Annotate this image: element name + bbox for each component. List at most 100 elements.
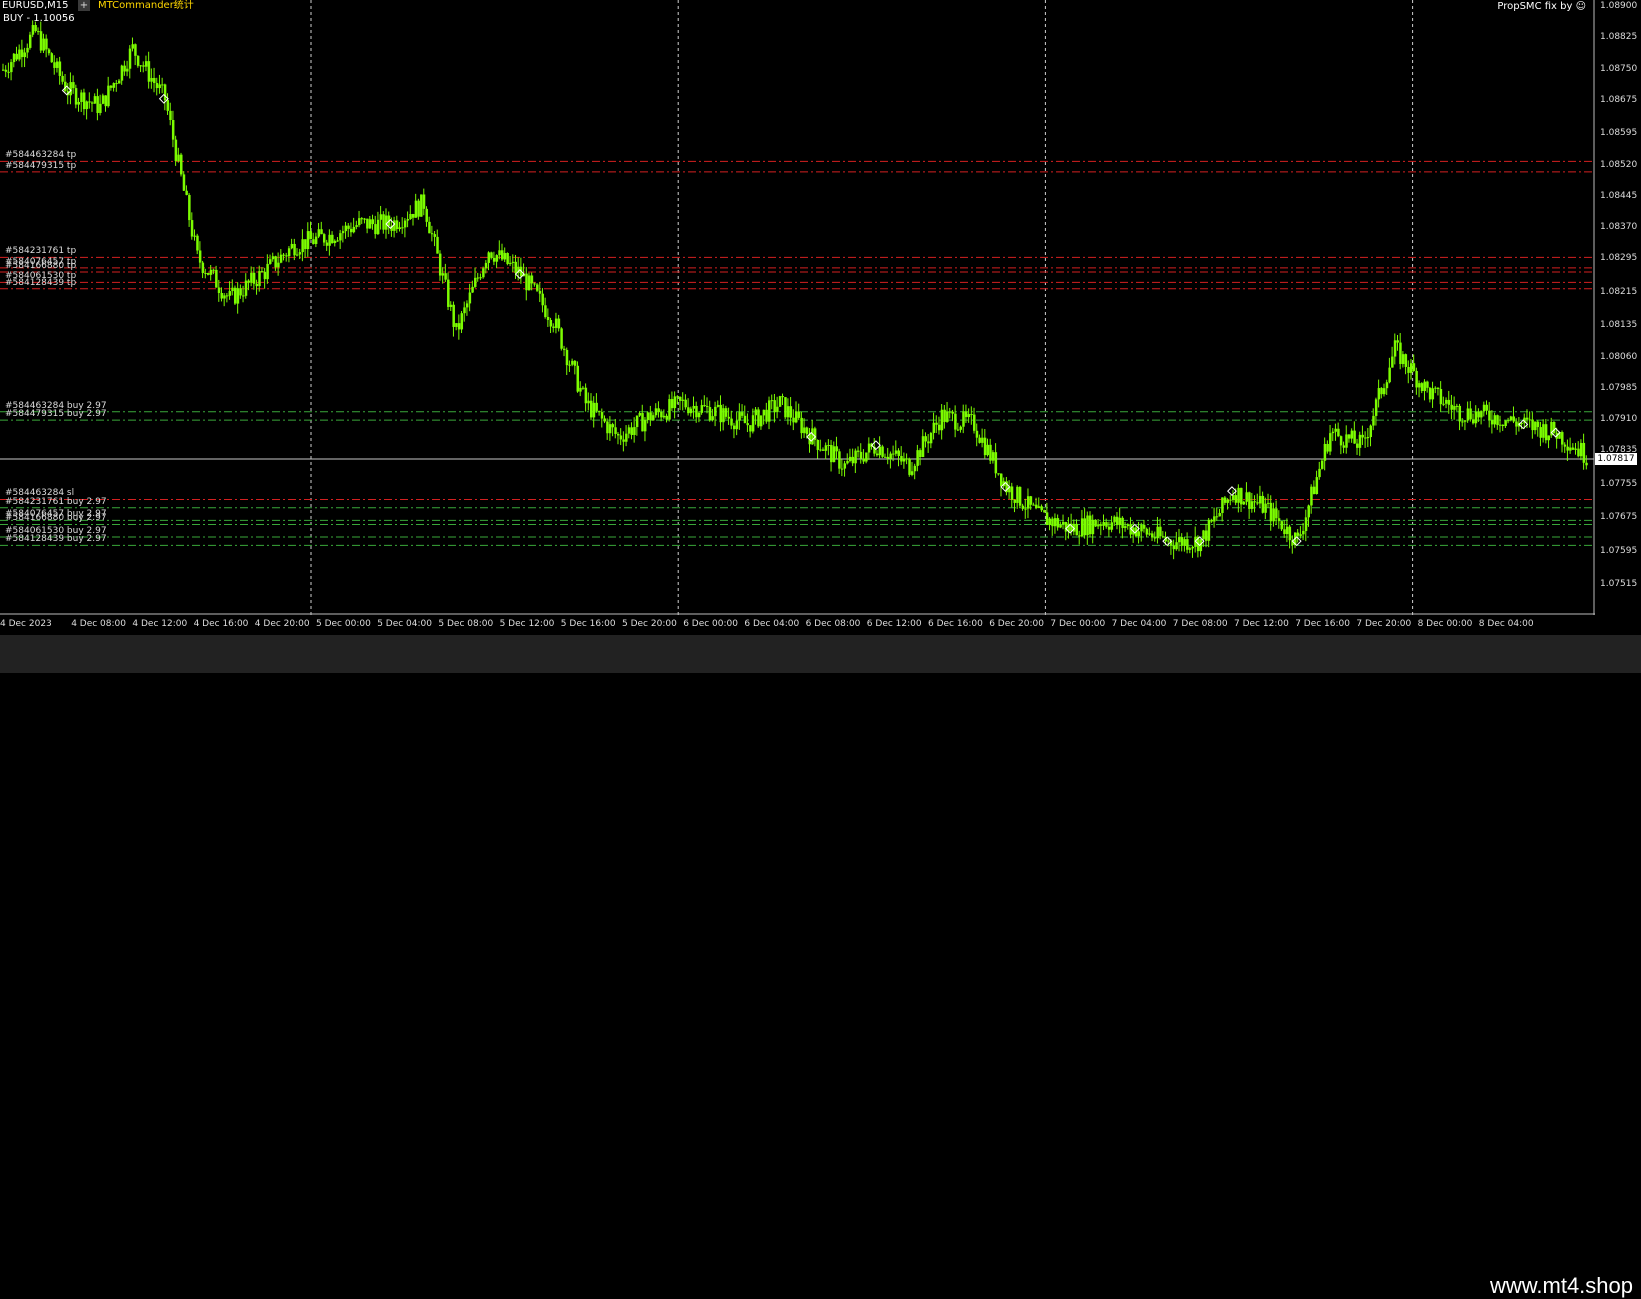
candle	[830, 439, 833, 472]
candle	[886, 447, 890, 465]
candle	[1178, 528, 1181, 552]
candle	[584, 383, 588, 412]
candle	[1469, 401, 1472, 422]
candle	[962, 404, 965, 434]
candle	[185, 185, 188, 196]
order-line-label: #584128439 buy 2.97	[5, 534, 107, 545]
candle	[1391, 346, 1394, 368]
candle	[182, 171, 186, 191]
candle	[1062, 514, 1065, 530]
candle	[1380, 387, 1383, 399]
candle	[1512, 406, 1515, 424]
add-button[interactable]: +	[78, 0, 90, 11]
price-chart[interactable]	[0, 0, 1595, 615]
candle	[1261, 491, 1265, 514]
candle	[792, 409, 795, 431]
candle	[1250, 492, 1254, 513]
candle	[530, 272, 534, 291]
candle	[131, 37, 134, 52]
candle	[1075, 519, 1079, 536]
candle	[838, 448, 841, 474]
candle	[258, 265, 261, 292]
candle	[1315, 470, 1319, 495]
candle	[128, 45, 132, 79]
candle	[751, 408, 755, 434]
candle	[50, 52, 54, 63]
candle	[1175, 531, 1178, 551]
candle	[1501, 424, 1505, 431]
time-tick-label: 7 Dec 16:00	[1295, 619, 1350, 629]
price-tick-label: 1.08750	[1600, 63, 1638, 74]
candle	[692, 396, 696, 419]
candle	[536, 283, 539, 293]
time-tick-label: 7 Dec 04:00	[1111, 619, 1167, 629]
candle	[1086, 511, 1089, 545]
candle	[546, 308, 550, 327]
candle	[193, 229, 197, 241]
candle	[946, 402, 949, 423]
candle	[1064, 521, 1068, 541]
symbol-title[interactable]: EURUSD,M15	[2, 0, 68, 12]
candle	[832, 441, 836, 463]
price-tick-label: 1.08370	[1600, 222, 1638, 233]
candle	[42, 33, 45, 54]
candle	[236, 282, 240, 314]
candle	[217, 279, 221, 302]
candle	[420, 194, 423, 217]
candle	[20, 39, 24, 68]
candle	[476, 272, 480, 282]
candle	[1080, 509, 1084, 538]
candle	[10, 59, 13, 81]
candle	[1159, 518, 1162, 540]
candle	[190, 212, 194, 240]
candle	[1115, 512, 1119, 530]
price-tick-label: 1.08825	[1600, 32, 1638, 43]
candle	[198, 241, 202, 269]
time-tick-label: 6 Dec 16:00	[928, 619, 983, 629]
candle	[398, 221, 401, 232]
candle	[1253, 495, 1257, 513]
candle	[743, 405, 747, 424]
candle	[1008, 480, 1011, 500]
trade-marker[interactable]	[1227, 486, 1237, 497]
chart-area[interactable]	[0, 0, 1595, 615]
candle	[937, 416, 941, 435]
candle	[355, 220, 358, 230]
candle	[978, 434, 981, 444]
candle	[1544, 418, 1548, 444]
price-tick-label: 1.07595	[1600, 545, 1638, 556]
candle	[492, 251, 496, 266]
candle	[1574, 442, 1578, 455]
candle	[58, 56, 62, 85]
candle	[266, 254, 269, 284]
candle	[1285, 518, 1289, 543]
candle	[884, 453, 887, 458]
candle	[1137, 521, 1141, 544]
candle	[465, 300, 469, 316]
candle	[665, 413, 669, 423]
candle	[1078, 530, 1081, 545]
candle	[1547, 435, 1551, 449]
candle	[72, 75, 75, 94]
candle	[900, 446, 903, 465]
time-tick-label: 5 Dec 08:00	[438, 619, 494, 629]
candle	[1304, 509, 1308, 542]
candle	[498, 240, 501, 260]
candle	[1202, 529, 1205, 547]
candle	[1312, 480, 1316, 495]
candle	[959, 425, 963, 433]
candle	[1191, 545, 1194, 558]
candle	[395, 215, 399, 234]
candle	[1504, 420, 1507, 429]
candle	[26, 43, 29, 59]
candle	[600, 408, 604, 428]
order-line-label: #584231761 buy 2.97	[5, 496, 107, 507]
time-tick-label: 6 Dec 00:00	[683, 619, 738, 629]
candle	[657, 401, 660, 418]
candle	[1385, 379, 1389, 395]
candle	[1207, 517, 1211, 548]
candle	[85, 100, 89, 120]
candle	[1161, 531, 1165, 539]
candle	[1213, 507, 1216, 528]
candle	[1172, 539, 1176, 560]
